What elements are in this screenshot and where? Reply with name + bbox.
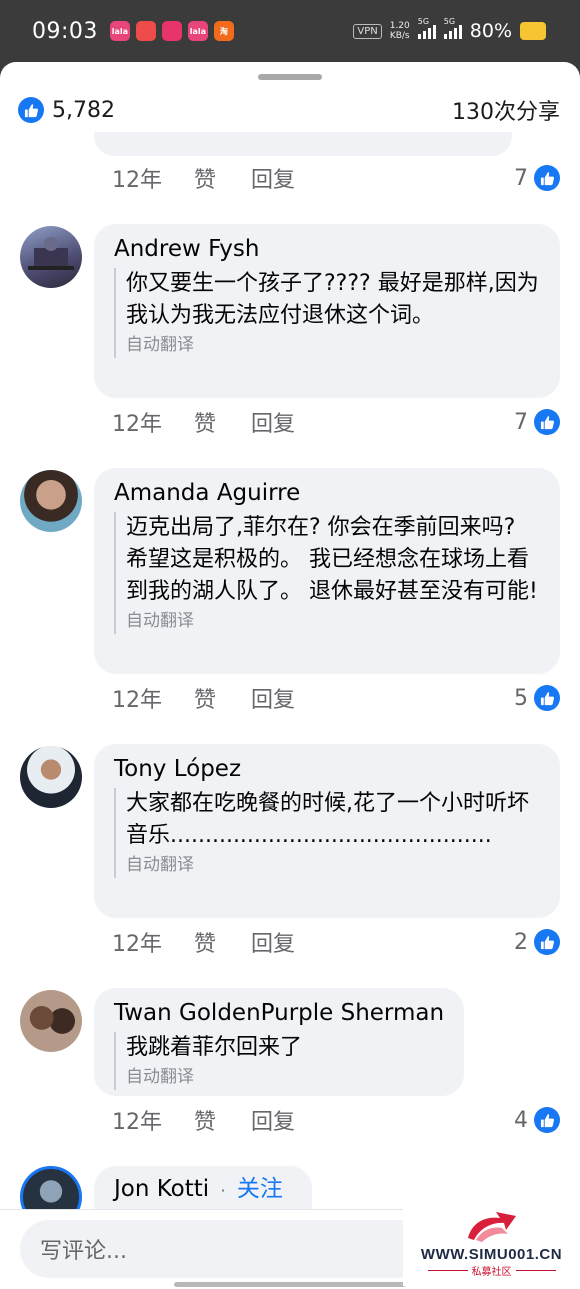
comment-author[interactable]: Andrew Fysh (114, 234, 540, 264)
comment-text: 我跳着菲尔回来了 (126, 1035, 303, 1060)
comment-author[interactable]: Twan GoldenPurple Sherman (114, 998, 444, 1028)
follow-button[interactable]: 关注 (237, 1176, 283, 1202)
status-right: VPN 1.20 KB/s 5G 5G 80% (353, 0, 546, 62)
signal-1-label: 5G (417, 17, 430, 26)
app-icon-heart (161, 21, 182, 41)
reply-button[interactable]: 回复 (251, 162, 295, 194)
network-speed: 1.20 KB/s (390, 21, 410, 41)
comment-body: 迈克出局了,菲尔在? 你会在季前回来吗? 希望这是积极的。 我已经想念在球场上看… (114, 512, 540, 634)
reaction-count-value: 7 (514, 409, 528, 435)
like-button[interactable]: 赞 (194, 1104, 216, 1136)
reaction-count[interactable]: 7 (514, 409, 560, 435)
comment-text: 你又要生一个孩子了???? 最好是那样,因为我认为我无法应付退休这个词。 (126, 271, 539, 328)
reaction-count[interactable]: 5 (514, 685, 560, 711)
comment-author[interactable]: Jon Kotti (114, 1176, 209, 1202)
watermark: WWW.SIMU001.CN 私募社区 (403, 1206, 580, 1286)
comment-actions: 12年 赞 回复 7 (0, 158, 580, 198)
reaction-count[interactable]: 2 (514, 929, 560, 955)
like-reaction-icon (534, 929, 560, 955)
auto-translated-label[interactable]: 自动翻译 (126, 608, 540, 634)
home-indicator[interactable] (174, 1282, 406, 1287)
reply-button[interactable]: 回复 (251, 406, 295, 438)
like-reaction-icon (534, 409, 560, 435)
watermark-subtitle-text: 私募社区 (471, 1267, 512, 1278)
network-speed-unit: KB/s (389, 31, 410, 41)
total-likes-count: 5,782 (52, 97, 115, 123)
signal-icon-1: 5G (417, 17, 436, 39)
comment-author[interactable]: Amanda Aguirre (114, 478, 540, 508)
comment-actions: 12年 赞 回复 2 (0, 922, 580, 962)
reaction-count-value: 4 (514, 1107, 528, 1133)
like-reaction-icon (534, 685, 560, 711)
signal-icon-2: 5G (443, 17, 462, 39)
comment-body: 你又要生一个孩子了???? 最好是那样,因为我认为我无法应付退休这个词。 自动翻… (114, 268, 540, 358)
comment-age: 12年 (112, 932, 162, 957)
comments-sheet: 5,782 130次分享 12年 赞 回复 7 Andrew Fysh 你又要生… (0, 62, 580, 1289)
comment-actions: 12年 赞 回复 5 (0, 678, 580, 718)
comment-bubble[interactable]: Twan GoldenPurple Sherman 我跳着菲尔回来了 自动翻译 (94, 988, 464, 1096)
comment-author-row: Jon Kotti · 关注 (114, 1174, 292, 1206)
notification-icons: lala lala 淘 (109, 21, 234, 41)
battery-percent: 80% (469, 20, 512, 42)
app-icon-taobao: 淘 (213, 21, 234, 41)
follow-separator: · (220, 1181, 226, 1200)
comment-text: 大家都在吃晚餐的时候,花了一个小时听坏音乐...................… (126, 791, 529, 848)
watermark-logo-icon (467, 1212, 516, 1242)
auto-translated-label[interactable]: 自动翻译 (126, 332, 540, 358)
status-bar: 09:03 lala lala 淘 VPN 1.20 KB/s 5G 5G 80% (0, 0, 580, 62)
avatar[interactable] (20, 990, 82, 1052)
status-time: 09:03 (32, 18, 98, 44)
like-button[interactable]: 赞 (194, 926, 216, 958)
network-speed-value: 1.20 (389, 21, 410, 31)
reply-button[interactable]: 回复 (251, 1104, 295, 1136)
reaction-count[interactable]: 7 (514, 165, 560, 191)
avatar[interactable] (20, 470, 82, 532)
reactions-header: 5,782 130次分享 (0, 88, 580, 132)
comment-age: 12年 (112, 412, 162, 437)
reaction-count-value: 5 (514, 685, 528, 711)
comment-actions: 12年 赞 回复 4 (0, 1100, 580, 1140)
reaction-count-value: 7 (514, 165, 528, 191)
comment-bubble[interactable]: Andrew Fysh 你又要生一个孩子了???? 最好是那样,因为我认为我无法… (94, 224, 560, 398)
comment-age: 12年 (112, 688, 162, 713)
share-count[interactable]: 130次分享 (452, 94, 560, 126)
comment-bubble[interactable]: Amanda Aguirre 迈克出局了,菲尔在? 你会在季前回来吗? 希望这是… (94, 468, 560, 674)
like-button[interactable]: 赞 (194, 682, 216, 714)
like-button[interactable]: 赞 (194, 406, 216, 438)
reaction-count[interactable]: 4 (514, 1107, 560, 1133)
auto-translated-label[interactable]: 自动翻译 (126, 1064, 444, 1090)
app-icon-lala: lala (109, 21, 130, 41)
reaction-count-value: 2 (514, 929, 528, 955)
reply-button[interactable]: 回复 (251, 926, 295, 958)
avatar[interactable] (20, 226, 82, 288)
like-reaction-icon (534, 165, 560, 191)
comment-text: 迈克出局了,菲尔在? 你会在季前回来吗? 希望这是积极的。 我已经想念在球场上看… (126, 515, 538, 604)
comment-age: 12年 (112, 1110, 162, 1135)
total-likes[interactable]: 5,782 (18, 97, 115, 123)
comment-actions: 12年 赞 回复 7 (0, 402, 580, 442)
vpn-icon: VPN (353, 23, 382, 39)
comment-author[interactable]: Tony López (114, 754, 540, 784)
watermark-subtitle: 私募社区 (427, 1263, 556, 1278)
auto-translated-label[interactable]: 自动翻译 (126, 852, 540, 878)
comment-body: 我跳着菲尔回来了 自动翻译 (114, 1032, 444, 1090)
signal-2-label: 5G (443, 17, 456, 26)
sheet-drag-handle[interactable] (258, 74, 322, 80)
watermark-url: WWW.SIMU001.CN (420, 1246, 563, 1263)
comment-bubble[interactable]: Tony López 大家都在吃晚餐的时候,花了一个小时听坏音乐........… (94, 744, 560, 918)
comment-age: 12年 (112, 168, 162, 193)
comment-body: 大家都在吃晚餐的时候,花了一个小时听坏音乐...................… (114, 788, 540, 878)
avatar[interactable] (20, 746, 82, 808)
like-reaction-icon (18, 97, 44, 123)
app-icon-lala-2: lala (187, 21, 208, 41)
reply-button[interactable]: 回复 (251, 682, 295, 714)
battery-icon (520, 22, 546, 40)
like-button[interactable]: 赞 (194, 162, 216, 194)
app-icon-red-packet (135, 21, 156, 41)
like-reaction-icon (534, 1107, 560, 1133)
